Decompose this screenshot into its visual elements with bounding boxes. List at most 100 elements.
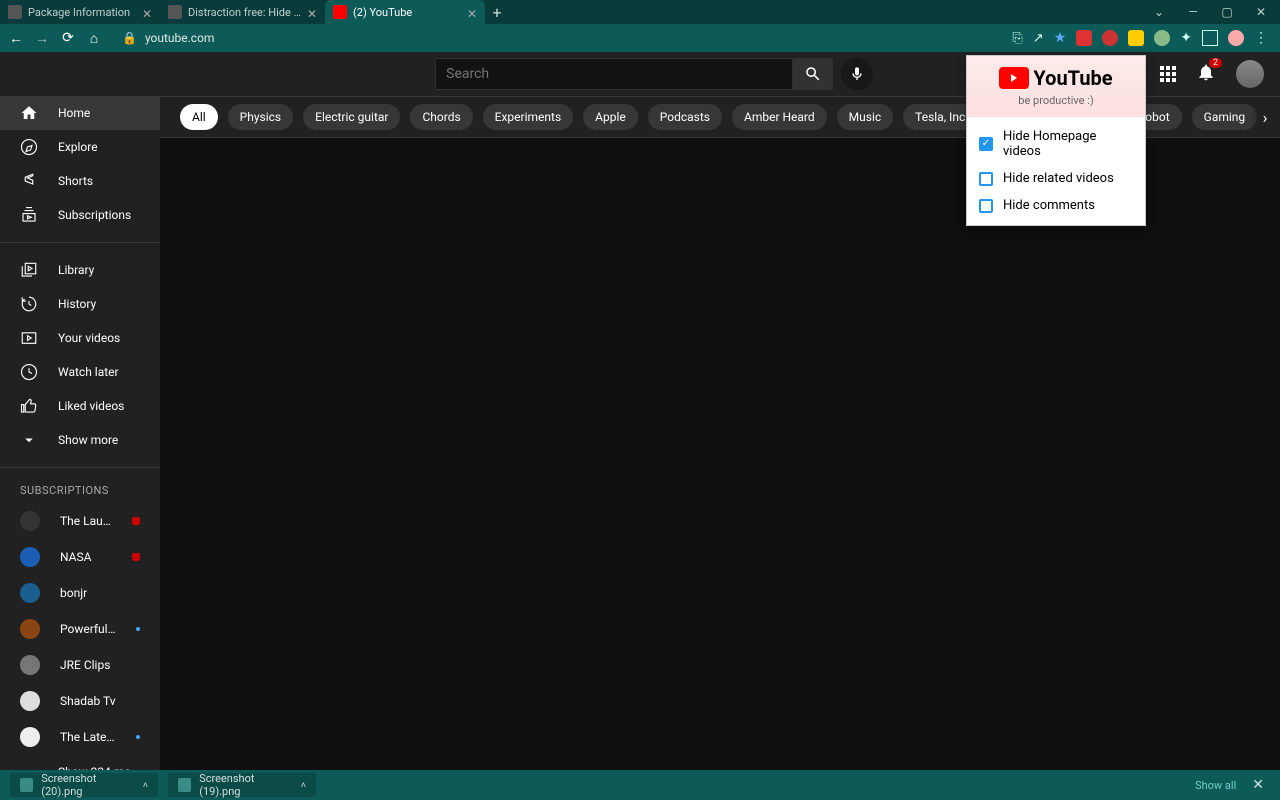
subscription-item[interactable]: JRE Clips [0,647,160,683]
chip[interactable]: Experiments [483,104,574,130]
voice-search-button[interactable] [841,58,873,90]
sidebar-item-library[interactable]: Library [0,253,160,287]
browser-tab-active[interactable]: (2) YouTube ✕ [325,0,485,24]
channel-avatar [20,511,40,531]
checkbox-icon[interactable] [979,172,993,186]
downloads-bar: Screenshot (20).png ˄ Screenshot (19).pn… [0,770,1280,800]
menu-icon[interactable]: ⋮ [1254,30,1268,46]
lock-icon: 🔒 [122,31,137,45]
notifications-button[interactable]: 2 [1196,62,1216,86]
sidebar-item-watch-later[interactable]: Watch later [0,355,160,389]
share-icon[interactable]: ↗ [1033,31,1044,46]
download-item[interactable]: Screenshot (19).png ˄ [168,773,316,797]
chip[interactable]: Music [837,104,893,130]
extension-icon[interactable] [1076,30,1092,46]
subscription-item[interactable]: The Launch Pad [0,503,160,539]
search-button[interactable] [793,58,833,90]
browser-tab[interactable]: Distraction free: Hide YouTube co ✕ [160,0,325,24]
checkbox-icon[interactable] [979,137,993,151]
sidebar-item-home[interactable]: Home [0,96,160,130]
extension-icon[interactable] [1128,30,1144,46]
chip[interactable]: Physics [228,104,293,130]
sidebar-item-history[interactable]: History [0,287,160,321]
chevron-down-icon[interactable]: ⌄ [1152,5,1166,19]
bookmark-icon[interactable]: ★ [1054,30,1067,46]
close-icon[interactable]: ✕ [1254,5,1268,19]
subscription-item[interactable]: bonjr [0,575,160,611]
live-indicator-icon [132,517,140,525]
reload-button[interactable]: ⟳ [60,30,76,46]
chip[interactable]: Amber Heard [732,104,827,130]
chips-scroll-right[interactable]: › [1250,97,1280,137]
search-input[interactable] [435,58,793,90]
thumbs-up-icon [20,397,38,415]
new-tab-button[interactable]: + [485,0,509,24]
forward-button[interactable]: → [34,30,50,47]
subscription-item[interactable]: NASA [0,539,160,575]
extensions-icon[interactable]: ✦ [1180,30,1192,46]
chip[interactable]: Apple [583,104,638,130]
browser-tab-strip: Package Information ✕ Distraction free: … [0,0,1280,24]
tab-title: Distraction free: Hide YouTube co [188,6,301,19]
sidebar-item-liked[interactable]: Liked videos [0,389,160,423]
channel-avatar [20,619,40,639]
live-indicator-icon [132,553,140,561]
sidebar-item-explore[interactable]: Explore [0,130,160,164]
history-icon [20,295,38,313]
close-icon[interactable]: ✕ [467,7,477,17]
close-icon[interactable]: ✕ [307,7,317,17]
chip[interactable]: Chords [410,104,472,130]
chip[interactable]: Podcasts [648,104,722,130]
library-icon [20,261,38,279]
chip-all[interactable]: All [180,104,218,130]
search-icon [804,65,822,83]
shorts-icon [20,172,38,190]
option-hide-comments[interactable]: Hide comments [967,192,1145,219]
extension-icons: ⎘ ↗ ★ ✦ ⋮ [1012,30,1272,46]
extension-icon[interactable] [1102,30,1118,46]
install-icon[interactable]: ⎘ [1012,31,1022,46]
youtube-favicon [333,5,347,19]
back-button[interactable]: ← [8,30,24,47]
chevron-down-icon [20,763,38,770]
new-content-icon [136,627,140,631]
channel-avatar [20,691,40,711]
browser-tab[interactable]: Package Information ✕ [0,0,160,24]
sidebar-item-your-videos[interactable]: Your videos [0,321,160,355]
close-icon[interactable]: ✕ [142,7,152,17]
sidebar-item-shorts[interactable]: Shorts [0,164,160,198]
sidebar-item-show-more-subs[interactable]: Show 234 more [0,755,160,770]
url-text: youtube.com [145,31,215,45]
option-hide-homepage[interactable]: Hide Homepage videos [967,123,1145,165]
chevron-up-icon[interactable]: ˄ [143,780,148,791]
minimize-icon[interactable]: — [1186,5,1200,19]
sidebar-item-subscriptions[interactable]: Subscriptions [0,198,160,232]
channel-avatar [20,655,40,675]
chip[interactable]: Gaming [1192,104,1258,130]
url-bar[interactable]: 🔒 youtube.com [112,31,1002,45]
subscription-item[interactable]: PowerfulJRE [0,611,160,647]
option-hide-related[interactable]: Hide related videos [967,165,1145,192]
extension-icon[interactable] [1154,30,1170,46]
file-icon [20,778,33,792]
divider [0,242,160,243]
checkbox-icon[interactable] [979,199,993,213]
subscriptions-heading: SUBSCRIPTIONS [0,478,160,503]
avatar[interactable] [1236,60,1264,88]
chip[interactable]: Electric guitar [303,104,400,130]
chevron-up-icon[interactable]: ˄ [301,780,306,791]
close-icon[interactable]: ✕ [1246,777,1270,793]
download-item[interactable]: Screenshot (20).png ˄ [10,773,158,797]
show-all-downloads[interactable]: Show all [1195,779,1236,792]
home-button[interactable]: ⌂ [86,30,102,47]
account-icon[interactable] [1202,30,1218,46]
tab-title: Package Information [28,6,136,19]
maximize-icon[interactable]: ▢ [1220,5,1234,19]
profile-icon[interactable] [1228,30,1244,46]
subscription-item[interactable]: Shadab Tv [0,683,160,719]
apps-icon[interactable] [1160,66,1176,82]
subscription-item[interactable]: The Late Show wit... [0,719,160,755]
extension-options: Hide Homepage videos Hide related videos… [967,117,1145,225]
sidebar-item-show-more[interactable]: Show more [0,423,160,457]
your-videos-icon [20,329,38,347]
